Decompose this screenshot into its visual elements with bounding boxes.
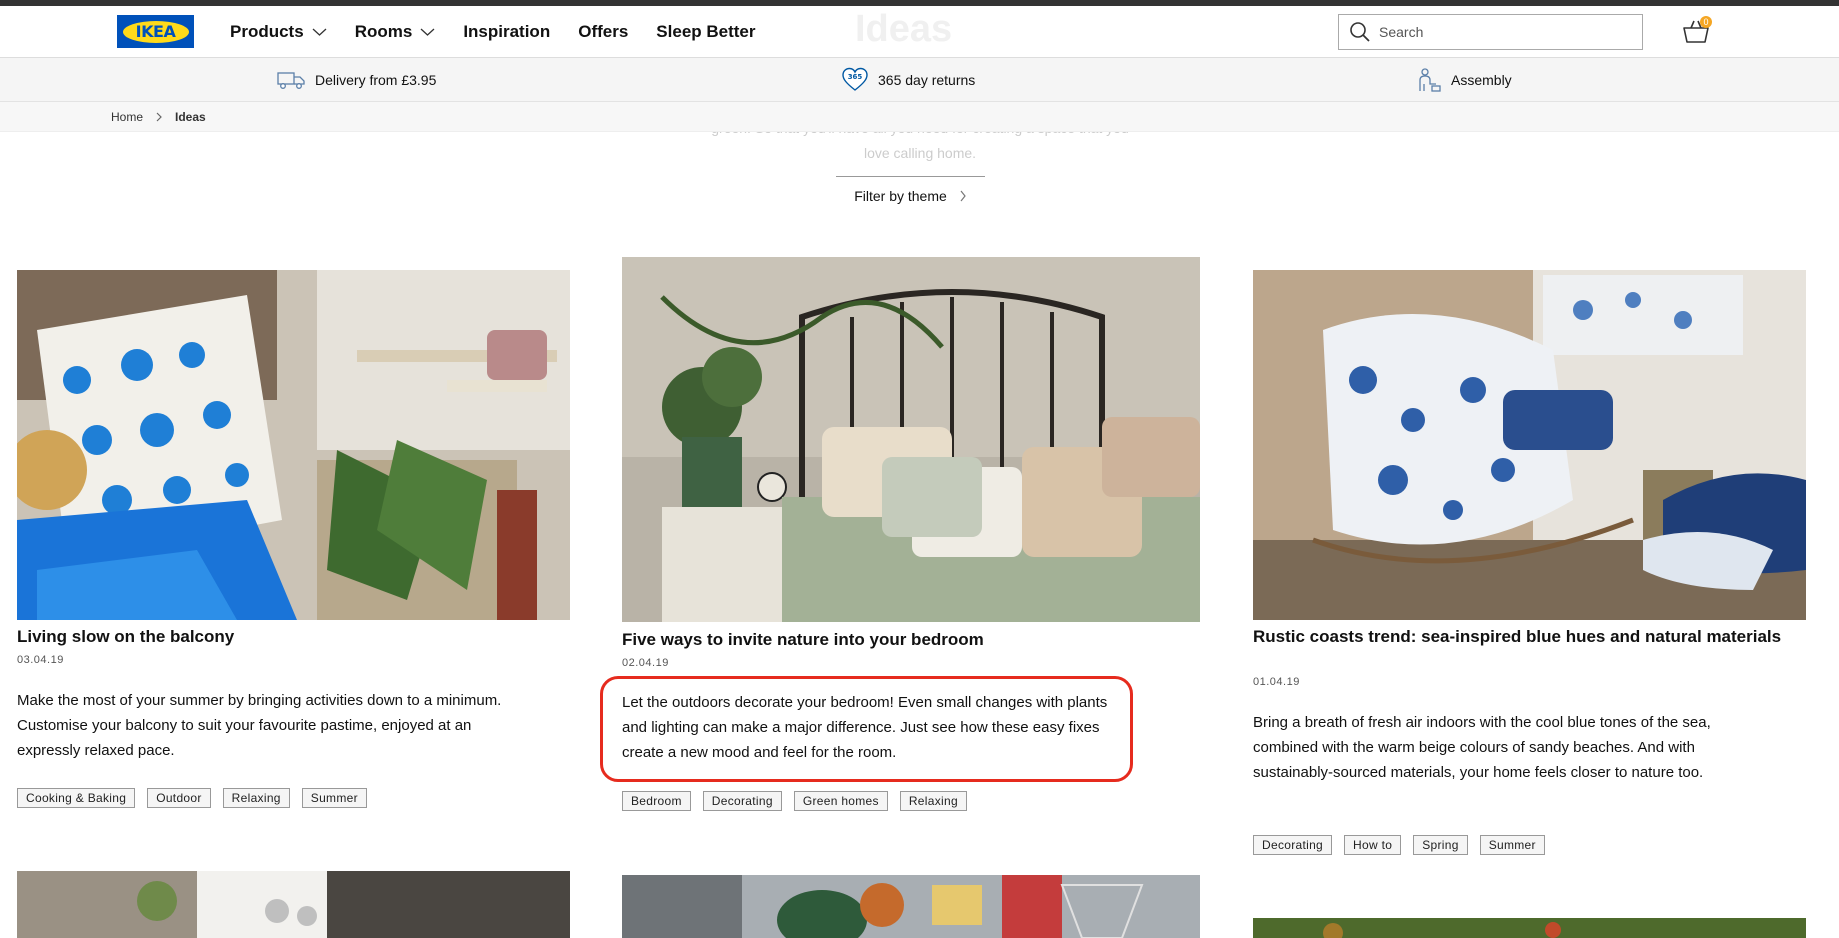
nav-rooms-label: Rooms — [354, 22, 413, 41]
cart-count-badge: 0 — [1700, 16, 1712, 28]
nav-products[interactable]: Products — [230, 22, 327, 42]
card-image-rustic[interactable] — [1253, 270, 1806, 620]
ikea-logo[interactable]: IKEA — [117, 15, 194, 48]
card-image-bedroom[interactable] — [622, 257, 1200, 622]
chevron-right-icon — [960, 190, 966, 201]
card-title[interactable]: Five ways to invite nature into your bed… — [622, 629, 1200, 651]
assembly-icon — [1419, 68, 1441, 92]
rustic-coasts-photo — [1253, 270, 1806, 620]
tag[interactable]: Decorating — [1253, 835, 1333, 855]
chevron-down-icon — [312, 28, 327, 36]
tag[interactable]: Outdoor — [147, 788, 211, 808]
filter-label: Filter by theme — [854, 187, 947, 204]
kitchen-photo — [17, 871, 570, 938]
tag[interactable]: Summer — [301, 788, 367, 808]
nav-sleep-better[interactable]: Sleep Better — [656, 22, 755, 42]
search-box[interactable] — [1338, 14, 1643, 50]
tag[interactable]: Bedroom — [622, 791, 691, 811]
nav-offers-label: Offers — [578, 22, 629, 41]
card-image-balcony[interactable] — [17, 270, 570, 620]
chevron-down-icon — [420, 28, 435, 36]
search-icon — [1350, 22, 1370, 42]
chevron-right-icon — [156, 112, 162, 122]
tag[interactable]: Decorating — [702, 791, 782, 811]
returns-heart-icon: 365 — [842, 67, 868, 91]
nav-sleep-better-label: Sleep Better — [656, 22, 756, 41]
breadcrumb: Home Ideas — [0, 102, 1839, 132]
tag[interactable]: Relaxing — [899, 791, 967, 811]
tag[interactable]: How to — [1344, 835, 1402, 855]
returns-badge-text: 365 — [848, 73, 863, 81]
tag[interactable]: Relaxing — [222, 788, 290, 808]
site-header: IKEA Ideas Products Rooms Inspiration Of… — [0, 6, 1839, 58]
service-bar: Delivery from £3.95 365 365 day returns … — [0, 58, 1839, 102]
card-description: Bring a breath of fresh air indoors with… — [1253, 714, 1711, 781]
nav-products-label: Products — [230, 22, 304, 41]
truck-icon — [277, 72, 305, 89]
highlight-annotation — [600, 676, 1133, 782]
service-delivery[interactable]: Delivery from £3.95 — [277, 58, 436, 102]
card-image-garden[interactable] — [1253, 918, 1806, 938]
kids-room-photo — [622, 875, 1200, 938]
service-assembly[interactable]: Assembly — [1415, 58, 1512, 102]
garden-photo — [1253, 918, 1806, 938]
nav-inspiration[interactable]: Inspiration — [463, 22, 550, 42]
card-image-kitchen[interactable] — [17, 871, 570, 938]
tag[interactable]: Spring — [1413, 835, 1468, 855]
breadcrumb-current: Ideas — [175, 110, 206, 124]
card-image-kids[interactable] — [622, 875, 1200, 938]
bedroom-photo — [622, 257, 1200, 622]
service-delivery-label: Delivery from £3.95 — [315, 72, 437, 88]
breadcrumb-home[interactable]: Home — [111, 110, 143, 124]
tag[interactable]: Summer — [1479, 835, 1545, 855]
card-tags: Cooking & Baking Outdoor Relaxing Summer — [17, 788, 379, 808]
logo-text: IKEA — [122, 20, 189, 43]
cart-button[interactable]: 0 — [1680, 16, 1712, 48]
card-description: Make the most of your summer by bringing… — [17, 692, 502, 759]
card-date: 03.04.19 — [17, 654, 64, 666]
card-tags: Bedroom Decorating Green homes Relaxing — [622, 791, 979, 811]
nav-rooms[interactable]: Rooms — [355, 22, 436, 42]
nav-offers[interactable]: Offers — [578, 22, 628, 42]
service-returns[interactable]: 365 365 day returns — [842, 58, 975, 102]
card-title[interactable]: Living slow on the balcony — [17, 626, 570, 648]
nav-inspiration-label: Inspiration — [463, 22, 551, 41]
card-title[interactable]: Rustic coasts trend: sea-inspired blue h… — [1253, 626, 1806, 648]
tag[interactable]: Green homes — [793, 791, 888, 811]
service-returns-label: 365 day returns — [878, 72, 976, 88]
card-date: 02.04.19 — [622, 657, 669, 669]
service-assembly-label: Assembly — [1451, 72, 1512, 88]
card-tags: Decorating How to Spring Summer — [1253, 835, 1557, 855]
page-title-ghost: Ideas — [855, 8, 953, 50]
card-date: 01.04.19 — [1253, 676, 1300, 688]
search-input[interactable] — [1379, 24, 1619, 40]
tag[interactable]: Cooking & Baking — [17, 788, 136, 808]
main-nav: Products Rooms Inspiration Offers Sleep … — [230, 6, 784, 58]
balcony-photo — [17, 270, 570, 620]
filter-by-theme-button[interactable]: Filter by theme — [836, 176, 985, 214]
